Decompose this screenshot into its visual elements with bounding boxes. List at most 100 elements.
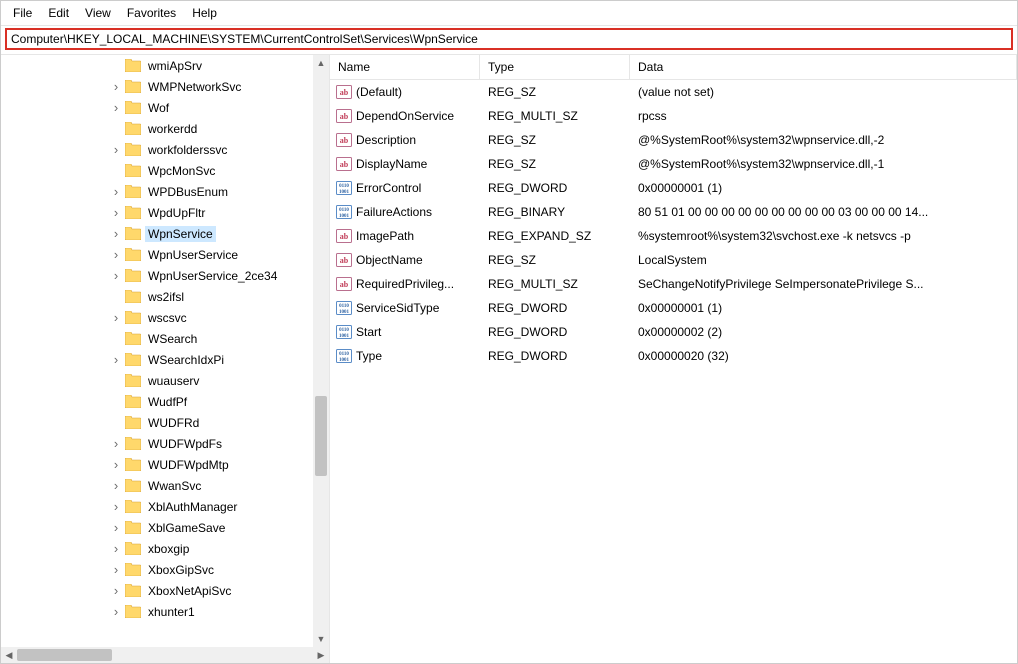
expand-icon[interactable]: › [109,436,123,451]
scroll-up-icon[interactable]: ▲ [313,55,329,71]
tree-item-label: WpnUserService_2ce34 [145,268,280,284]
tree-item-label: wmiApSrv [145,58,205,74]
value-list-header[interactable]: Name Type Data [330,55,1017,80]
tree-item[interactable]: ›WpnUserService [1,244,329,265]
folder-icon [125,311,141,324]
list-row[interactable]: abObjectNameREG_SZLocalSystem [330,248,1017,272]
folder-icon [125,248,141,261]
menu-edit[interactable]: Edit [40,3,77,23]
menu-view[interactable]: View [77,3,119,23]
menu-favorites[interactable]: Favorites [119,3,184,23]
tree-item[interactable]: wuauserv [1,370,329,391]
value-name: Type [356,349,382,363]
list-row[interactable]: ab(Default)REG_SZ(value not set) [330,80,1017,104]
expand-icon[interactable]: › [109,499,123,514]
value-type: REG_SZ [480,157,630,171]
expand-icon[interactable]: › [109,562,123,577]
expand-icon[interactable]: › [109,142,123,157]
tree-item[interactable]: ws2ifsl [1,286,329,307]
tree-item[interactable]: ›workfolderssvc [1,139,329,160]
tree-item[interactable]: ›xboxgip [1,538,329,559]
scroll-thumb[interactable] [315,396,327,476]
folder-icon [125,290,141,303]
expand-icon[interactable]: › [109,184,123,199]
column-header-type[interactable]: Type [480,55,630,79]
scroll-down-icon[interactable]: ▼ [313,631,329,647]
tree-item[interactable]: › WpnUserService_2ce34 [1,265,329,286]
folder-icon [125,395,141,408]
list-row[interactable]: abRequiredPrivileg...REG_MULTI_SZSeChang… [330,272,1017,296]
tree-item-label: WMPNetworkSvc [145,79,244,95]
expand-icon[interactable]: › [109,310,123,325]
menu-file[interactable]: File [5,3,40,23]
scroll-left-icon[interactable]: ◀ [1,647,17,663]
tree-item[interactable]: › XblGameSave [1,517,329,538]
tree-item[interactable]: › WMPNetworkSvc [1,76,329,97]
tree-item[interactable]: ›WpnService [1,223,329,244]
svg-text:0110: 0110 [339,352,349,357]
expand-icon[interactable]: › [109,226,123,241]
expand-icon[interactable]: › [109,205,123,220]
menu-help[interactable]: Help [184,3,225,23]
expand-icon[interactable]: › [109,352,123,367]
tree-item[interactable]: ›WPDBusEnum [1,181,329,202]
value-data: LocalSystem [630,253,1017,267]
scroll-thumb[interactable] [17,649,112,661]
tree-item[interactable]: ›WUDFWpdMtp [1,454,329,475]
svg-text:1001: 1001 [339,214,350,219]
expand-icon[interactable]: › [109,520,123,535]
tree-item[interactable]: WudfPf [1,391,329,412]
column-header-name[interactable]: Name [330,55,480,79]
tree-item[interactable]: ›wscsvc [1,307,329,328]
expand-icon[interactable]: › [109,457,123,472]
folder-icon [125,122,141,135]
tree-item[interactable]: workerdd [1,118,329,139]
expand-icon[interactable]: › [109,541,123,556]
panes: wmiApSrv › WMPNetworkSvc ›Wofworkerdd›workf… [1,55,1017,663]
tree-vertical-scrollbar[interactable]: ▲ ▼ [313,55,329,647]
expand-icon[interactable]: › [109,247,123,262]
reg-binary-icon: 01101001 [336,348,352,364]
tree-item-label: XblGameSave [145,520,228,536]
key-tree[interactable]: wmiApSrv › WMPNetworkSvc ›Wofworkerdd›workf… [1,55,329,647]
tree-item[interactable]: WUDFRd [1,412,329,433]
value-list[interactable]: ab(Default)REG_SZ(value not set)abDepend… [330,80,1017,663]
value-type: REG_SZ [480,85,630,99]
list-row[interactable]: 01101001ServiceSidTypeREG_DWORD0x0000000… [330,296,1017,320]
tree-item[interactable]: ›WUDFWpdFs [1,433,329,454]
list-row[interactable]: 01101001TypeREG_DWORD0x00000020 (32) [330,344,1017,368]
tree-item[interactable]: ›WpdUpFltr [1,202,329,223]
tree-item[interactable]: ›XblAuthManager [1,496,329,517]
scroll-right-icon[interactable]: ▶ [313,647,329,663]
tree-item[interactable]: wmiApSrv [1,55,329,76]
list-row[interactable]: abImagePathREG_EXPAND_SZ%systemroot%\sys… [330,224,1017,248]
tree-item-label: xhunter1 [145,604,198,620]
expand-icon[interactable]: › [109,100,123,115]
value-data: SeChangeNotifyPrivilege SeImpersonatePri… [630,277,1017,291]
expand-icon[interactable]: › [109,79,123,94]
tree-item[interactable]: › xhunter1 [1,601,329,622]
list-row[interactable]: abDisplayNameREG_SZ@%SystemRoot%\system3… [330,152,1017,176]
tree-item[interactable]: ›WwanSvc [1,475,329,496]
list-row[interactable]: abDescriptionREG_SZ@%SystemRoot%\system3… [330,128,1017,152]
address-bar[interactable]: Computer\HKEY_LOCAL_MACHINE\SYSTEM\Curre… [5,28,1013,50]
tree-horizontal-scrollbar[interactable]: ◀ ▶ [1,647,329,663]
tree-item[interactable]: ›XboxGipSvc [1,559,329,580]
expand-icon[interactable]: › [109,268,123,283]
list-row[interactable]: abDependOnServiceREG_MULTI_SZrpcss [330,104,1017,128]
tree-item[interactable]: WpcMonSvc [1,160,329,181]
list-row[interactable]: 01101001StartREG_DWORD0x00000002 (2) [330,320,1017,344]
tree-item[interactable]: ›WSearchIdxPi [1,349,329,370]
tree-item-label: WpcMonSvc [145,163,218,179]
expand-icon[interactable]: › [109,583,123,598]
tree-item[interactable]: ›XboxNetApiSvc [1,580,329,601]
column-header-data[interactable]: Data [630,55,1017,79]
list-row[interactable]: 01101001ErrorControlREG_DWORD0x00000001 … [330,176,1017,200]
tree-item[interactable]: ›Wof [1,97,329,118]
expand-icon[interactable]: › [109,478,123,493]
tree-item[interactable]: WSearch [1,328,329,349]
value-name: ServiceSidType [356,301,439,315]
expand-icon[interactable]: › [109,604,123,619]
tree-item-label: WSearch [145,331,200,347]
list-row[interactable]: 01101001FailureActionsREG_BINARY80 51 01… [330,200,1017,224]
